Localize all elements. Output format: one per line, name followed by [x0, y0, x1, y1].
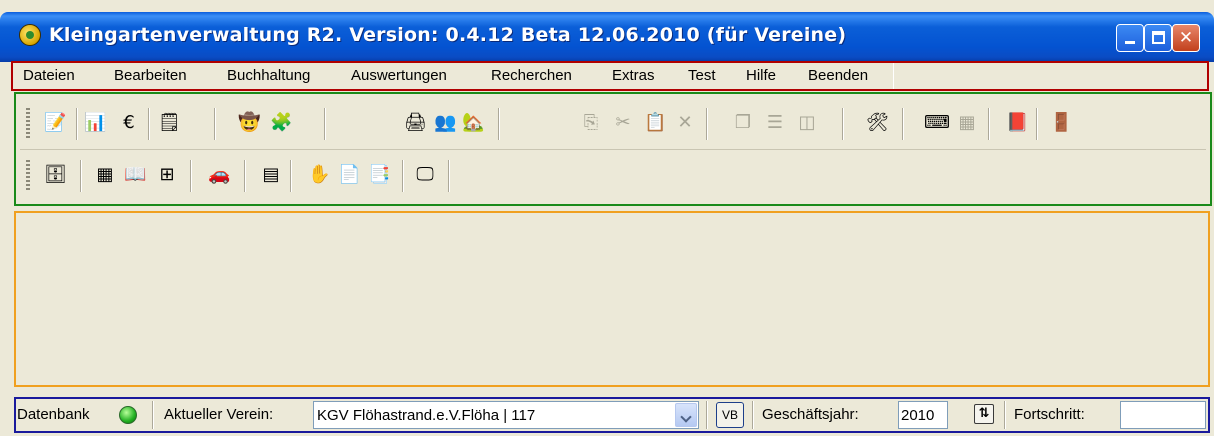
menu-test[interactable]: Test	[688, 67, 716, 84]
maximize-icon	[1152, 31, 1165, 44]
paste-icon[interactable]: 📋	[644, 112, 666, 134]
calendar-icon[interactable]: ▦	[956, 112, 978, 134]
menu-buchhaltung[interactable]: Buchhaltung	[227, 67, 310, 84]
stack-windows-icon[interactable]: ❐	[732, 112, 754, 134]
hand-icon[interactable]: ✋	[308, 164, 330, 186]
close-button[interactable]: ✕	[1172, 24, 1200, 52]
toolbar-row-1: 📝 📊 € 🗒 🤠 🧩 🖨 👥 🏡 ⎘ ✂ 📋 ✕ ❐ ☰ ◫ 🛠 ⌨ ▦ 📕 …	[20, 98, 1206, 150]
tools-icon[interactable]: 🛠	[866, 112, 889, 134]
maximize-button[interactable]	[1144, 24, 1172, 52]
menu-recherchen[interactable]: Recherchen	[491, 67, 572, 84]
report-icon[interactable]: 📑	[368, 164, 390, 186]
progress-field	[1120, 401, 1206, 429]
table-icon[interactable]: ▦	[94, 164, 116, 186]
chevron-down-icon[interactable]	[675, 403, 697, 427]
menu-beenden[interactable]: Beenden	[808, 67, 868, 84]
toolbar-separator	[214, 108, 216, 140]
club-select[interactable]: KGV Flöhastrand.e.V.Flöha | 117	[313, 401, 699, 429]
toolbar-separator	[290, 160, 292, 192]
club-label: Aktueller Verein:	[164, 406, 274, 423]
status-bar: Datenbank Aktueller Verein: KGV Flöhastr…	[14, 397, 1210, 433]
vb-button[interactable]: VB	[716, 402, 744, 428]
club-select-value: KGV Flöhastrand.e.V.Flöha | 117	[317, 407, 536, 424]
cut-icon[interactable]: ✂	[612, 112, 634, 134]
fiscal-year-value: 2010	[901, 407, 935, 424]
app-window: Kleingartenverwaltung R2. Version: 0.4.1…	[0, 0, 1214, 436]
status-separator	[152, 401, 154, 429]
exit-icon[interactable]: 🚪	[1050, 112, 1072, 134]
printer-icon[interactable]: 🖨	[404, 112, 427, 134]
toolbar-separator	[76, 108, 78, 140]
toolbar-separator	[842, 108, 844, 140]
title-bar[interactable]: Kleingartenverwaltung R2. Version: 0.4.1…	[0, 12, 1214, 62]
edit-icon[interactable]: 📝	[44, 112, 66, 134]
toolbar-separator	[706, 108, 708, 140]
tree-list-icon[interactable]: ⊞	[156, 164, 178, 186]
puzzle-icon[interactable]: 🧩	[270, 112, 292, 134]
database-status-indicator	[119, 406, 137, 424]
menu-extras[interactable]: Extras	[612, 67, 655, 84]
toolbar-separator	[190, 160, 192, 192]
menu-hilfe[interactable]: Hilfe	[746, 67, 776, 84]
toolbar-separator	[244, 160, 246, 192]
toolbar-separator	[448, 160, 450, 192]
minimize-button[interactable]	[1116, 24, 1144, 52]
status-separator	[752, 401, 754, 429]
garden-icon[interactable]: 🏡	[462, 112, 484, 134]
status-separator	[706, 401, 708, 429]
copy-icon[interactable]: ⎘	[580, 112, 602, 134]
keyboard-icon[interactable]: ⌨	[924, 112, 950, 134]
toolbar-separator	[402, 160, 404, 192]
toolbar: 📝 📊 € 🗒 🤠 🧩 🖨 👥 🏡 ⎘ ✂ 📋 ✕ ❐ ☰ ◫ 🛠 ⌨ ▦ 📕 …	[14, 92, 1212, 206]
close-icon: ✕	[1178, 28, 1194, 48]
menu-bearbeiten[interactable]: Bearbeiten	[114, 67, 187, 84]
window-title: Kleingartenverwaltung R2. Version: 0.4.1…	[49, 24, 847, 46]
menu-dateien[interactable]: Dateien	[23, 67, 75, 84]
toolbar-grip[interactable]	[26, 108, 30, 140]
toolbar-separator	[148, 108, 150, 140]
toolbar-separator	[324, 108, 326, 140]
chart-icon[interactable]: 📊	[84, 112, 106, 134]
main-content-area	[14, 211, 1210, 387]
menu-divider	[893, 63, 894, 89]
book-icon[interactable]: 📕	[1006, 112, 1028, 134]
menu-auswertungen[interactable]: Auswertungen	[351, 67, 447, 84]
menu-bar: Dateien Bearbeiten Buchhaltung Auswertun…	[11, 61, 1209, 91]
app-logo-icon	[19, 24, 41, 46]
toolbar-row-2: 🗄 ▦ 📖 ⊞ 🚗 ▤ ✋ 📄 📑 🖵	[20, 150, 1206, 202]
euro-icon[interactable]: €	[118, 112, 140, 134]
open-book-icon[interactable]: 📖	[124, 164, 146, 186]
toolbar-grip[interactable]	[26, 160, 30, 192]
document-arrow-icon[interactable]: 📄	[338, 164, 360, 186]
status-separator	[1004, 401, 1006, 429]
tile-horizontal-icon[interactable]: ☰	[764, 112, 786, 134]
progress-label: Fortschritt:	[1014, 406, 1085, 423]
delete-icon[interactable]: ✕	[674, 112, 696, 134]
screen-icon[interactable]: 🖵	[414, 164, 436, 186]
properties-icon[interactable]: 🗒	[158, 112, 181, 134]
fiscal-year-field[interactable]: 2010	[898, 401, 948, 429]
toolbar-separator	[988, 108, 990, 140]
toolbar-separator	[498, 108, 500, 140]
car-icon[interactable]: 🚗	[208, 164, 230, 186]
cabinet-icon[interactable]: 🗄	[44, 164, 67, 186]
toolbar-separator	[80, 160, 82, 192]
minimize-icon	[1125, 41, 1135, 44]
toolbar-separator	[902, 108, 904, 140]
fiscal-year-label: Geschäftsjahr:	[762, 406, 859, 423]
fiscal-year-switch-button[interactable]: ⇅	[974, 404, 994, 424]
database-label: Datenbank	[17, 406, 90, 423]
people-icon[interactable]: 👥	[434, 112, 456, 134]
list-icon[interactable]: ▤	[260, 164, 282, 186]
toolbar-separator	[1036, 108, 1038, 140]
person-icon[interactable]: 🤠	[238, 112, 260, 134]
tile-vertical-icon[interactable]: ◫	[796, 112, 818, 134]
